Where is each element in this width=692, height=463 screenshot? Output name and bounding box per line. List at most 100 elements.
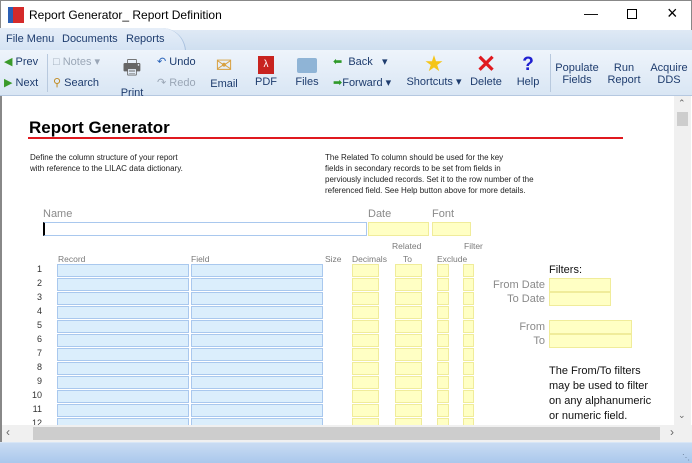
field-input[interactable]: [191, 320, 323, 333]
field-input[interactable]: [191, 306, 323, 319]
menu-reports[interactable]: Reports: [126, 33, 165, 45]
record-input[interactable]: [57, 334, 189, 347]
filter-input[interactable]: [463, 334, 474, 347]
related-to-input[interactable]: [395, 278, 422, 291]
field-input[interactable]: [191, 418, 323, 425]
exclude-input[interactable]: [437, 404, 449, 417]
scroll-thumb[interactable]: [677, 112, 688, 126]
field-input[interactable]: [191, 264, 323, 277]
exclude-input[interactable]: [437, 264, 449, 277]
filter-input[interactable]: [463, 418, 474, 425]
exclude-input[interactable]: [437, 390, 449, 403]
delete-button[interactable]: ✕ Delete: [470, 53, 502, 89]
record-input[interactable]: [57, 348, 189, 361]
record-input[interactable]: [57, 404, 189, 417]
decimals-input[interactable]: [352, 362, 379, 375]
exclude-input[interactable]: [437, 334, 449, 347]
record-input[interactable]: [57, 320, 189, 333]
close-button[interactable]: ×: [667, 3, 678, 24]
filter-input[interactable]: [463, 348, 474, 361]
decimals-input[interactable]: [352, 320, 379, 333]
field-input[interactable]: [191, 376, 323, 389]
related-to-input[interactable]: [395, 292, 422, 305]
help-button[interactable]: ? Help: [514, 53, 542, 88]
forward-button[interactable]: ➡Forward ▾: [333, 76, 391, 89]
filter-input[interactable]: [463, 278, 474, 291]
undo-button[interactable]: ↶ Undo: [157, 55, 196, 68]
related-to-input[interactable]: [395, 320, 422, 333]
record-input[interactable]: [57, 292, 189, 305]
related-to-input[interactable]: [395, 390, 422, 403]
record-input[interactable]: [57, 390, 189, 403]
filter-input[interactable]: [463, 390, 474, 403]
decimals-input[interactable]: [352, 264, 379, 277]
to-input[interactable]: [549, 334, 632, 348]
field-input[interactable]: [191, 292, 323, 305]
related-to-input[interactable]: [395, 404, 422, 417]
record-input[interactable]: [57, 306, 189, 319]
menu-file[interactable]: File Menu: [6, 33, 54, 45]
exclude-input[interactable]: [437, 320, 449, 333]
resize-grip-icon[interactable]: ⋱: [682, 453, 690, 462]
filter-input[interactable]: [463, 404, 474, 417]
minimize-button[interactable]: —: [584, 5, 598, 21]
field-input[interactable]: [191, 390, 323, 403]
print-button[interactable]: 🖶 Print: [118, 53, 146, 99]
exclude-input[interactable]: [437, 362, 449, 375]
email-button[interactable]: ✉ Email: [208, 53, 240, 90]
filter-input[interactable]: [463, 264, 474, 277]
from-input[interactable]: [549, 320, 632, 334]
decimals-input[interactable]: [352, 348, 379, 361]
field-input[interactable]: [191, 334, 323, 347]
populate-fields-button[interactable]: Populate Fields: [555, 62, 599, 86]
filter-input[interactable]: [463, 320, 474, 333]
files-button[interactable]: Files: [294, 53, 320, 88]
date-input[interactable]: [368, 222, 429, 236]
record-input[interactable]: [57, 418, 189, 425]
back-button[interactable]: ⬅ Back ▾: [333, 55, 388, 68]
related-to-input[interactable]: [395, 306, 422, 319]
scroll-right-icon[interactable]: ›: [670, 425, 674, 439]
field-input[interactable]: [191, 278, 323, 291]
prev-button[interactable]: ◀ Prev: [4, 55, 38, 68]
to-date-input[interactable]: [549, 292, 611, 306]
field-input[interactable]: [191, 362, 323, 375]
decimals-input[interactable]: [352, 376, 379, 389]
exclude-input[interactable]: [437, 306, 449, 319]
related-to-input[interactable]: [395, 348, 422, 361]
record-input[interactable]: [57, 278, 189, 291]
from-date-input[interactable]: [549, 278, 611, 292]
shortcuts-button[interactable]: ★ Shortcuts ▾: [404, 53, 464, 89]
scroll-left-icon[interactable]: ‹: [6, 425, 10, 439]
acquire-dds-button[interactable]: Acquire DDS: [648, 62, 690, 86]
next-button[interactable]: ▶ Next: [4, 76, 38, 89]
vertical-scrollbar[interactable]: ⌃ ⌄: [674, 96, 691, 425]
record-input[interactable]: [57, 264, 189, 277]
horizontal-scrollbar[interactable]: ‹ ›: [0, 425, 692, 442]
decimals-input[interactable]: [352, 334, 379, 347]
related-to-input[interactable]: [395, 334, 422, 347]
decimals-input[interactable]: [352, 404, 379, 417]
menu-documents[interactable]: Documents: [62, 33, 118, 45]
decimals-input[interactable]: [352, 418, 379, 425]
redo-button[interactable]: ↷ Redo: [157, 76, 196, 89]
record-input[interactable]: [57, 376, 189, 389]
filter-input[interactable]: [463, 362, 474, 375]
exclude-input[interactable]: [437, 348, 449, 361]
filter-input[interactable]: [463, 306, 474, 319]
run-report-button[interactable]: Run Report: [605, 62, 643, 86]
field-input[interactable]: [191, 404, 323, 417]
decimals-input[interactable]: [352, 390, 379, 403]
pdf-button[interactable]: λ PDF: [253, 53, 279, 88]
filter-input[interactable]: [463, 292, 474, 305]
font-input[interactable]: [432, 222, 471, 236]
related-to-input[interactable]: [395, 362, 422, 375]
exclude-input[interactable]: [437, 376, 449, 389]
maximize-button[interactable]: [627, 9, 637, 19]
filter-input[interactable]: [463, 376, 474, 389]
scroll-up-icon[interactable]: ⌃: [678, 98, 686, 109]
decimals-input[interactable]: [352, 292, 379, 305]
exclude-input[interactable]: [437, 292, 449, 305]
decimals-input[interactable]: [352, 306, 379, 319]
field-input[interactable]: [191, 348, 323, 361]
